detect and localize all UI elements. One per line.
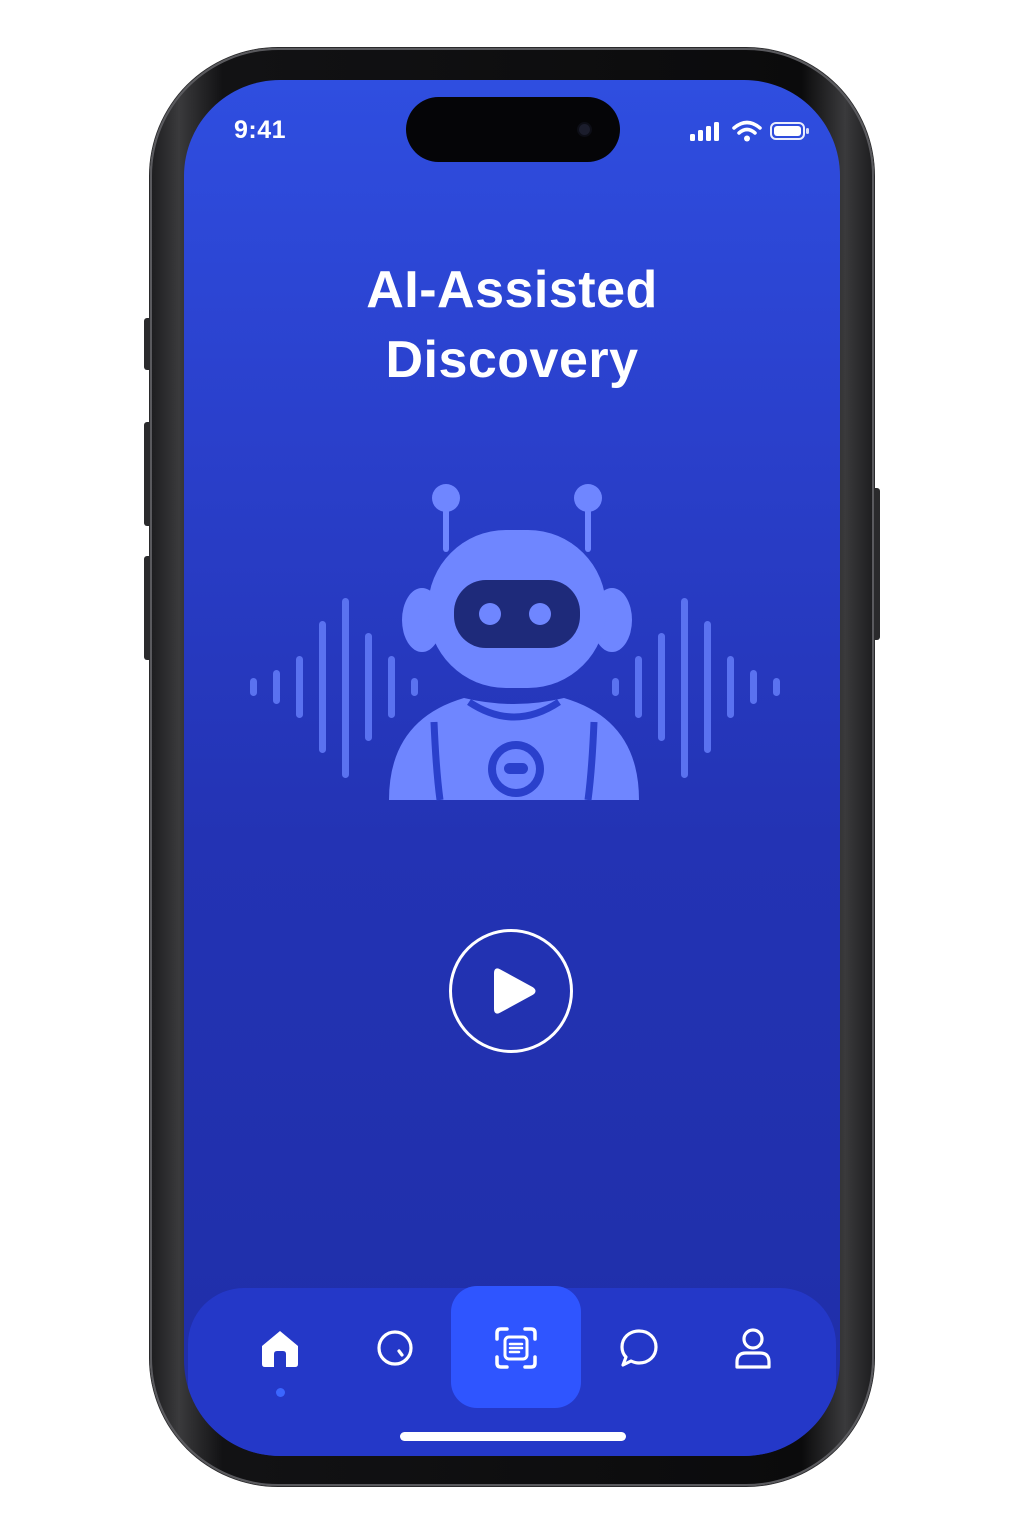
compass-icon (377, 1330, 413, 1366)
user-icon (735, 1328, 771, 1369)
home-indicator[interactable] (400, 1432, 626, 1441)
tab-messages[interactable] (589, 1288, 689, 1408)
play-button[interactable] (449, 929, 573, 1053)
chat-bubble-icon (620, 1329, 658, 1367)
play-icon (494, 968, 536, 1014)
home-icon (262, 1331, 298, 1367)
device-mockup: 9:41 AI-Assisted Discovery (0, 0, 1024, 1536)
tab-explore[interactable] (345, 1288, 445, 1408)
active-tab-indicator (276, 1388, 285, 1397)
tab-bar (188, 1286, 836, 1456)
tab-scan[interactable] (466, 1288, 566, 1408)
tab-profile[interactable] (703, 1288, 803, 1408)
app-screen: 9:41 AI-Assisted Discovery (184, 80, 840, 1456)
scan-icon (495, 1327, 537, 1369)
robot-illustration (250, 484, 780, 801)
robot-icon (389, 484, 639, 801)
